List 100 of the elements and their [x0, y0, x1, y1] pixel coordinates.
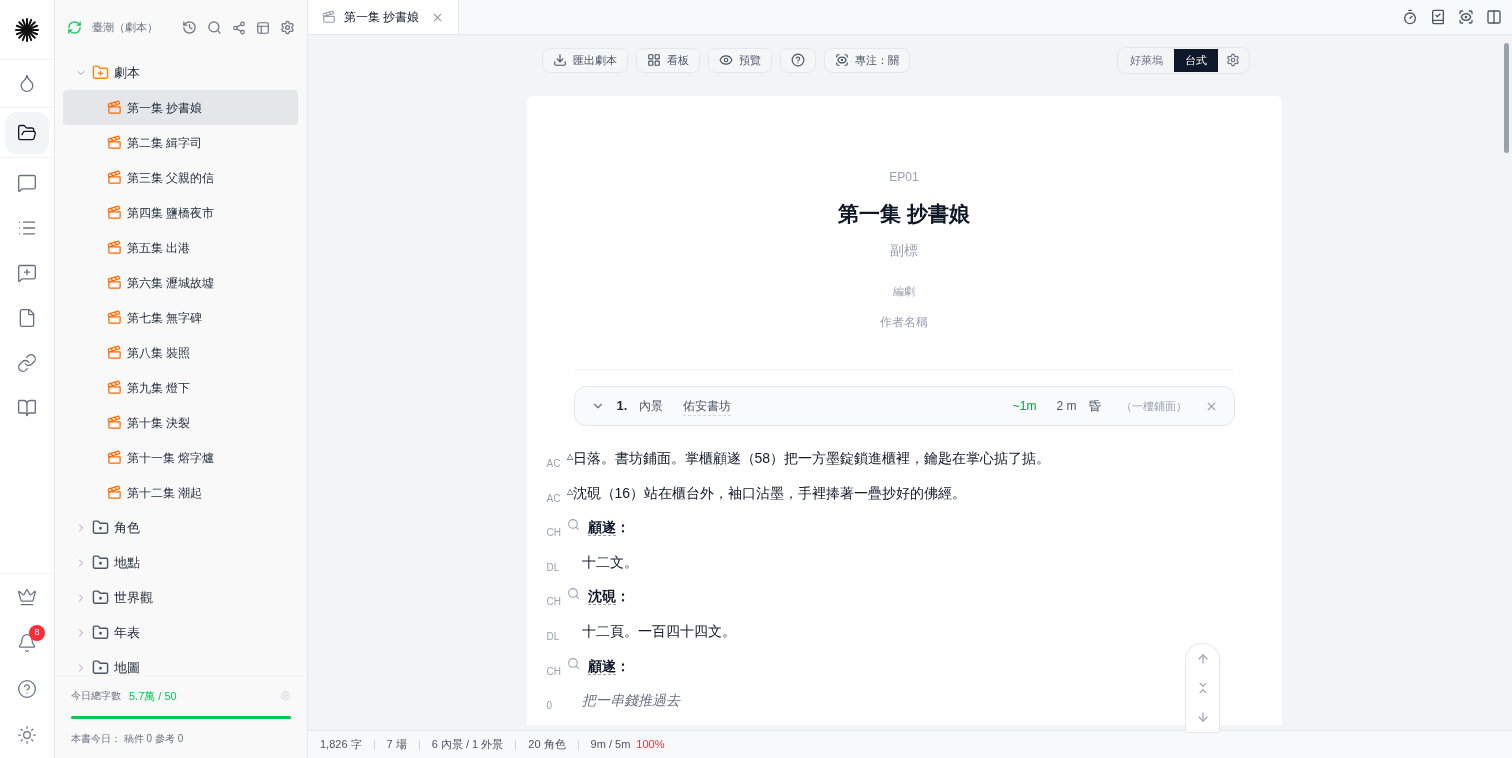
rail-button[interactable]: [5, 111, 49, 154]
scene-setting: 內景: [639, 398, 664, 415]
history-icon: [182, 20, 197, 35]
format-toggle[interactable]: 台式: [1174, 48, 1218, 72]
comment-plus-icon: [17, 262, 37, 283]
clapperboard-icon: [107, 240, 122, 255]
book-icon: [17, 397, 37, 418]
toolbar-button[interactable]: 預覽: [708, 47, 772, 73]
episode-item[interactable]: 第十一集 熔字爐: [63, 440, 298, 475]
line-type-label: AC: [546, 458, 561, 469]
crown-icon: [17, 587, 37, 607]
daily-note: 本書今日： 稿件 0 參考 0: [71, 732, 185, 746]
tree-folder[interactable]: 世界觀: [63, 580, 298, 615]
episode-item[interactable]: 第三集 父親的信: [63, 160, 298, 195]
dialogue-line: 十二文。: [580, 552, 638, 572]
line-type-label: 0: [546, 700, 553, 712]
line-type-label: DL: [546, 630, 560, 642]
toolbar-button[interactable]: 專注：關: [824, 47, 910, 73]
columns-icon: [1486, 9, 1502, 25]
character-name: 顧遂：: [587, 518, 630, 539]
runtime-percent: 100%: [636, 737, 665, 753]
episode-item[interactable]: 第二集 緝字司: [63, 125, 298, 160]
scene-estimate: ~1m: [1012, 398, 1037, 415]
scene-number: 1.: [616, 397, 628, 416]
logo-icon: [14, 16, 40, 43]
search-icon: [566, 587, 580, 601]
scene-count: 7 場: [386, 737, 407, 753]
subtitle-field[interactable]: 副標: [844, 239, 964, 261]
download-icon: [553, 53, 567, 67]
tree-folder[interactable]: 地圖: [63, 650, 298, 675]
folder-icon: [17, 122, 37, 143]
link-icon: [17, 352, 37, 373]
search-icon: [566, 656, 580, 670]
author-field[interactable]: 作者名稱: [834, 313, 974, 331]
arrow-up-icon: [1195, 651, 1210, 666]
line-type-label: CH: [546, 527, 561, 539]
book-check-icon: [1430, 9, 1446, 25]
focus-icon: [1458, 9, 1474, 25]
tree-folder[interactable]: 地點: [63, 545, 298, 580]
rail-button[interactable]: 8: [5, 620, 49, 666]
project-title: 臺潮（劇本）: [92, 20, 159, 36]
search-icon: [566, 518, 580, 532]
runtime: 9m / 5m: [590, 737, 631, 753]
toolbar-button[interactable]: [780, 47, 816, 73]
file-icon: [17, 307, 37, 328]
bell-icon: [17, 633, 37, 653]
writer-label: 編劇: [893, 283, 915, 299]
eye-icon: [719, 53, 733, 67]
layout-icon: [256, 20, 270, 35]
settings-icon: [280, 20, 295, 35]
word-count: 1,826 字: [320, 737, 362, 753]
tree-folder[interactable]: 年表: [63, 615, 298, 650]
clapperboard-icon: [107, 100, 122, 115]
clapperboard-icon: [107, 345, 122, 360]
scene-duration: 2 m: [1056, 398, 1077, 415]
toolbar-button[interactable]: 匯出劇本: [542, 47, 628, 73]
episode-item[interactable]: 第十二集 潮起: [63, 475, 298, 510]
share-icon: [232, 20, 246, 35]
grid-icon: [647, 53, 661, 67]
chat-icon: [17, 172, 37, 193]
episode-code: EP01: [889, 169, 919, 186]
scrollbar-thumb[interactable]: [1503, 43, 1509, 153]
line-type-label: AC: [546, 492, 561, 504]
episode-item[interactable]: 第四集 鹽橋夜市: [63, 195, 298, 230]
editor-tab[interactable]: 第一集 抄書娘: [308, 0, 460, 34]
episode-item[interactable]: 第七集 無字碑: [63, 300, 298, 335]
tree-folder[interactable]: 劇本: [63, 55, 298, 90]
episode-item[interactable]: 第十集 決裂: [63, 405, 298, 440]
episode-item[interactable]: 第八集 裝照: [63, 335, 298, 370]
episode-item[interactable]: 第六集 瀝城故墟: [63, 265, 298, 300]
clapperboard-icon: [322, 10, 336, 24]
folder-icon: [92, 589, 109, 606]
folder-icon: [92, 554, 109, 571]
tree-folder[interactable]: 角色: [63, 510, 298, 545]
episode-title: 第一集 抄書娘: [838, 201, 970, 227]
character-count: 20 角色: [528, 737, 566, 753]
clapperboard-icon: [107, 135, 122, 150]
toolbar-button[interactable]: 看板: [636, 47, 700, 73]
episode-item[interactable]: 第五集 出港: [63, 230, 298, 265]
help-icon: [17, 679, 37, 699]
settings-icon: [1226, 53, 1240, 67]
help-icon: [791, 53, 805, 67]
focus-icon: [835, 53, 849, 67]
format-toggle[interactable]: 好萊塢: [1119, 48, 1174, 72]
folder-icon: [92, 659, 109, 675]
clapperboard-icon: [107, 485, 122, 500]
action-line: $^{△}$日落。書坊鋪面。掌櫃顧遂（58）把一方墨錠鎖進櫃裡，鑰匙在掌心掂了掂。: [566, 449, 1051, 468]
search-icon: [207, 20, 222, 35]
episode-item[interactable]: 第九集 燈下: [63, 370, 298, 405]
clapperboard-icon: [107, 380, 122, 395]
clapperboard-icon: [107, 170, 122, 185]
line-type-label: CH: [546, 665, 561, 677]
scene-note: （一樓鋪面）: [1120, 398, 1187, 414]
line-type-label: DL: [546, 561, 560, 573]
arrow-down-icon: [1195, 710, 1210, 725]
folder-icon: [92, 64, 109, 81]
folder-icon: [92, 624, 109, 641]
scene-time: 昏: [1088, 398, 1101, 415]
clapperboard-icon: [107, 205, 122, 220]
episode-item[interactable]: 第一集 抄書娘: [63, 90, 298, 125]
